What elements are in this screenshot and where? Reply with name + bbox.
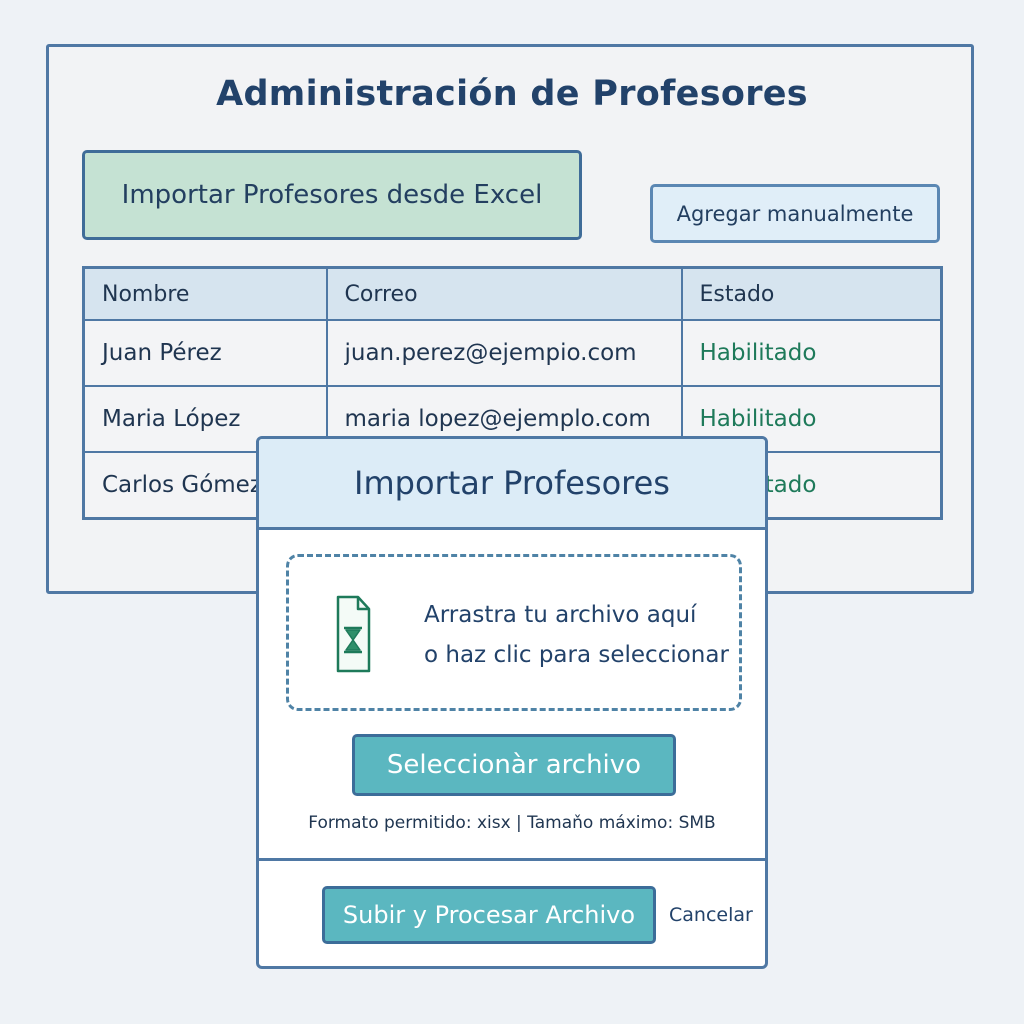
dropzone-line-1: Arrastra tu archivo aquí bbox=[424, 602, 697, 628]
page-title: Administración de Profesores bbox=[216, 74, 808, 114]
dropzone-instructions: Arrastra tu archivo aquí o haz clic para… bbox=[424, 595, 729, 675]
column-header-name[interactable]: Nombre bbox=[82, 266, 328, 321]
format-info: Formato permitido: xisx | Tamaňo máximo:… bbox=[308, 813, 716, 833]
file-dropzone[interactable]: Arrastra tu archivo aquí o haz clic para… bbox=[286, 554, 742, 711]
column-header-email[interactable]: Correo bbox=[325, 266, 683, 321]
screen: Administración de Profesores Importar Pr… bbox=[0, 0, 1024, 1024]
add-manually-button[interactable]: Agregar manualmente bbox=[650, 184, 940, 243]
import-excel-button[interactable]: Importar Profesores desde Excel bbox=[82, 150, 582, 240]
modal-footer: Subir y Procesar Archivo Cancelar bbox=[259, 858, 765, 966]
teacher-email: juan.perez@ejempio.com bbox=[325, 319, 683, 387]
teacher-name: Juan Pérez bbox=[82, 319, 328, 387]
excel-file-icon bbox=[336, 595, 371, 673]
select-file-button[interactable]: Seleccionàr archivo bbox=[352, 734, 676, 796]
upload-process-button[interactable]: Subir y Procesar Archivo bbox=[322, 886, 656, 944]
table-header-row: Nombre Correo Estado bbox=[82, 266, 943, 321]
table-row[interactable]: Juan Pérez juan.perez@ejempio.com Habili… bbox=[82, 319, 943, 387]
import-modal: Importar Profesores Arrastra tu archivo … bbox=[256, 436, 768, 969]
dropzone-line-2: o haz clic para seleccionar bbox=[424, 642, 729, 668]
column-header-status[interactable]: Estado bbox=[680, 266, 943, 321]
status-badge: Habilitado bbox=[680, 319, 943, 387]
cancel-button[interactable]: Cancelar bbox=[669, 904, 753, 926]
modal-title: Importar Profesores bbox=[259, 439, 765, 530]
